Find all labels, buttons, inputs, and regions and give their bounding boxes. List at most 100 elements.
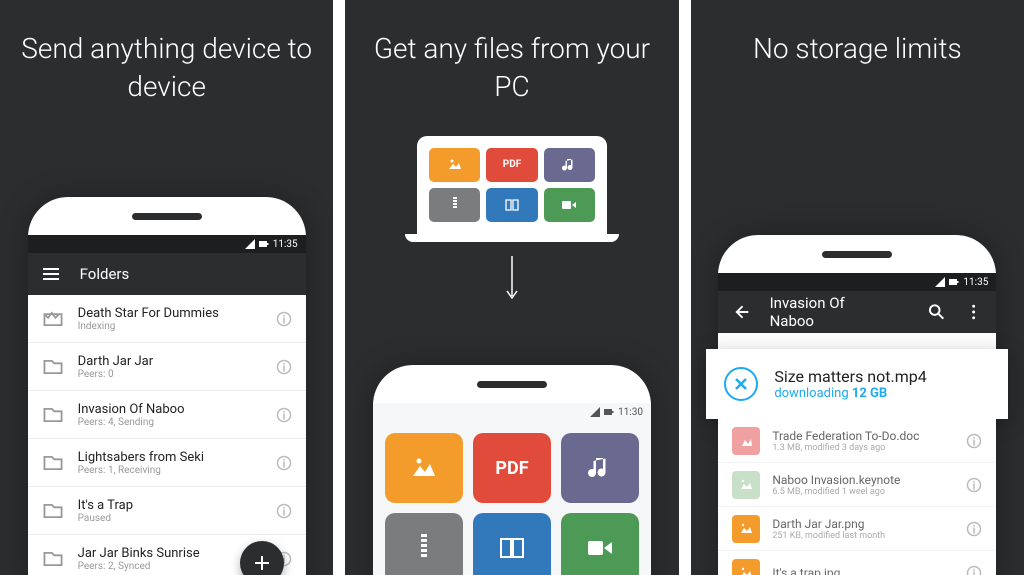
phone-top (718, 235, 996, 273)
download-filename: Size matters not.mp4 (774, 367, 926, 386)
folder-icon (42, 452, 64, 474)
signal-icon (245, 239, 255, 249)
folder-subtext: Peers: 1, Receiving (78, 465, 262, 476)
phone2-tile-grid: PDF (373, 421, 651, 575)
arrow-down-icon (345, 254, 678, 308)
tile-video-icon[interactable] (561, 513, 639, 575)
file-row[interactable]: Naboo Invasion.keynote 6.5 MB, modified … (718, 463, 996, 507)
info-icon[interactable] (276, 455, 292, 471)
folder-name: Darth Jar Jar (78, 354, 262, 369)
file-row[interactable]: Darth Jar Jar.png 251 KB, modified last … (718, 507, 996, 551)
file-name: Trade Federation To-Do.doc (772, 429, 954, 443)
status-time: 11:35 (273, 239, 298, 250)
tile-video-icon (544, 188, 595, 222)
hamburger-icon[interactable] (42, 265, 60, 283)
info-icon[interactable] (966, 477, 982, 493)
folder-subtext: Peers: 4, Sending (78, 417, 262, 428)
back-arrow-icon[interactable] (732, 303, 749, 321)
headline-1: Send anything device to device (0, 30, 333, 106)
file-meta: 1.3 MB, modified 3 days ago (772, 443, 954, 453)
phone-frame-1: 11:35 Folders Death Star For Dummies Ind… (28, 197, 306, 575)
info-icon[interactable] (966, 521, 982, 537)
tile-image-icon (429, 148, 480, 182)
folder-icon (42, 404, 64, 426)
laptop-screen: PDF (417, 136, 607, 234)
tile-book-icon (486, 188, 537, 222)
file-meta: 251 KB, modified last month (772, 531, 954, 541)
phone-frame-3: 11:35 Invasion Of Naboo Size matters not… (718, 235, 996, 575)
file-thumb (732, 515, 760, 543)
signal-icon (935, 277, 945, 287)
tile-music-icon[interactable] (561, 433, 639, 503)
app-bar: Folders (28, 253, 306, 295)
folder-list: Death Star For Dummies Indexing Darth Ja… (28, 295, 306, 575)
file-row[interactable]: It's a trap.jpg (718, 551, 996, 575)
tile-music-icon (544, 148, 595, 182)
tile-zip-icon[interactable] (385, 513, 463, 575)
tile-pdf[interactable]: PDF (473, 433, 551, 503)
speaker-slot (132, 213, 202, 220)
tile-book-icon[interactable] (473, 513, 551, 575)
info-icon[interactable] (276, 503, 292, 519)
folder-row[interactable]: Darth Jar Jar Peers: 0 (28, 343, 306, 391)
folder-icon (42, 500, 64, 522)
info-icon[interactable] (966, 433, 982, 449)
cancel-download-button[interactable] (724, 367, 758, 401)
folder-row[interactable]: Death Star For Dummies Indexing (28, 295, 306, 343)
folder-icon (42, 356, 64, 378)
plus-icon (252, 553, 272, 573)
laptop: PDF (417, 136, 607, 242)
folder-subtext: Paused (78, 513, 262, 524)
folder-icon (42, 548, 64, 570)
appbar-title: Invasion Of Naboo (770, 294, 888, 330)
panel-2: Get any files from your PC PDF 11:30 PDF (345, 0, 678, 575)
status-bar: 11:30 (373, 403, 651, 421)
appbar-title: Folders (80, 265, 130, 283)
headline-2: Get any files from your PC (345, 30, 678, 106)
status-bar: 11:35 (718, 273, 996, 291)
folder-name: Invasion Of Naboo (78, 402, 262, 417)
panel-1: Send anything device to device 11:35 Fol… (0, 0, 333, 575)
folder-row[interactable]: Invasion Of Naboo Peers: 4, Sending (28, 391, 306, 439)
speaker-slot (477, 381, 547, 388)
folder-name: Death Star For Dummies (78, 306, 262, 321)
info-icon[interactable] (966, 565, 982, 575)
info-icon[interactable] (276, 311, 292, 327)
file-list: Trade Federation To-Do.doc 1.3 MB, modif… (718, 419, 996, 575)
phone-top (28, 197, 306, 235)
folder-name: Jar Jar Binks Sunrise (78, 546, 262, 561)
file-thumb (732, 559, 760, 575)
more-vert-icon[interactable] (965, 303, 982, 321)
tile-pdf: PDF (486, 148, 537, 182)
battery-icon (604, 407, 614, 417)
speaker-slot (822, 251, 892, 258)
info-icon[interactable] (276, 359, 292, 375)
folder-subtext: Peers: 0 (78, 369, 262, 380)
tile-zip-icon (429, 188, 480, 222)
laptop-base (405, 234, 619, 242)
phone-top (373, 365, 651, 403)
battery-icon (259, 239, 269, 249)
folder-subtext: Peers: 2, Synced (78, 561, 262, 572)
app-bar-3: Invasion Of Naboo (718, 291, 996, 333)
file-thumb (732, 471, 760, 499)
download-status: downloading 12 GB (774, 386, 926, 401)
close-icon (734, 377, 748, 391)
file-thumb (732, 427, 760, 455)
folder-subtext: Indexing (78, 321, 262, 332)
file-name: It's a trap.jpg (772, 566, 954, 575)
search-icon[interactable] (928, 303, 945, 321)
file-meta: 6.5 MB, modified 1 weel ago (772, 487, 954, 497)
headline-3: No storage limits (691, 30, 1024, 68)
folder-row[interactable]: It's a Trap Paused (28, 487, 306, 535)
folder-row[interactable]: Lightsabers from Seki Peers: 1, Receivin… (28, 439, 306, 487)
panel-3: No storage limits 11:35 Invasion Of Nabo… (691, 0, 1024, 575)
status-time: 11:30 (618, 407, 643, 418)
signal-icon (590, 407, 600, 417)
tile-image-icon[interactable] (385, 433, 463, 503)
file-row[interactable]: Trade Federation To-Do.doc 1.3 MB, modif… (718, 419, 996, 463)
folder-name: Lightsabers from Seki (78, 450, 262, 465)
download-card: Size matters not.mp4 downloading 12 GB (706, 349, 1008, 419)
info-icon[interactable] (276, 407, 292, 423)
file-name: Naboo Invasion.keynote (772, 473, 954, 487)
